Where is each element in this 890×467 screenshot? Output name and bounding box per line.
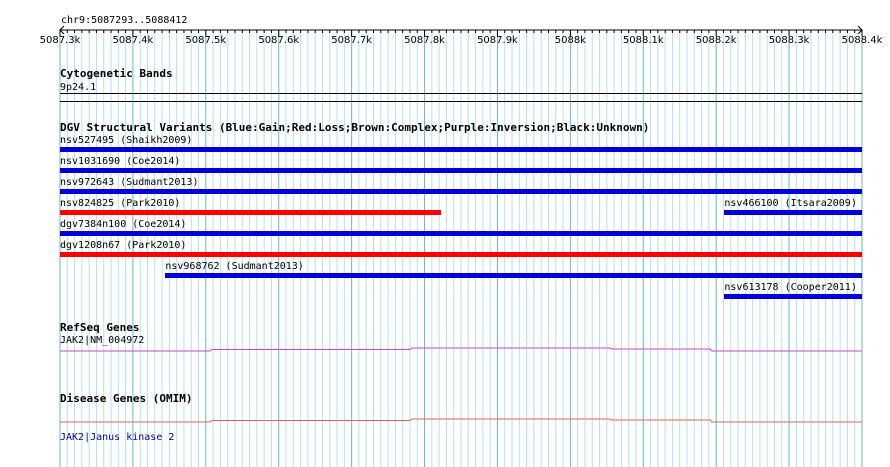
cytoband-label[interactable]: 9p24.1	[60, 82, 96, 93]
dgv-variant-bar[interactable]	[60, 189, 862, 194]
dgv-variant-bar[interactable]	[60, 147, 862, 152]
omim-gene-label[interactable]: JAK2|Janus kinase 2	[60, 432, 174, 443]
dgv-variant-bar[interactable]	[60, 231, 862, 236]
ruler-tick-label: 5087.4k	[112, 35, 154, 46]
dgv-track-title: DGV Structural Variants (Blue:Gain;Red:L…	[60, 121, 650, 134]
genome-browser-view: chr9:5087293..5088412 Cytogenetic Bands …	[0, 0, 890, 467]
refseq-track-title: RefSeq Genes	[60, 321, 140, 334]
ruler-tick-label: 5088.4k	[841, 35, 883, 46]
dgv-variant-bar[interactable]	[724, 294, 862, 299]
ruler-tick-label: 5087.8k	[404, 35, 445, 46]
omim-track-title: Disease Genes (OMIM)	[60, 392, 193, 405]
cytoband-track-title: Cytogenetic Bands	[60, 67, 173, 80]
dgv-variant-label[interactable]: dgv1208n67 (Park2010)	[60, 240, 186, 251]
omim-gene-feature[interactable]	[0, 410, 890, 430]
ruler-tick-label: 5088.2k	[695, 35, 737, 46]
ruler-tick-label: 5088k	[554, 35, 586, 46]
coordinate-ruler[interactable]	[0, 22, 890, 72]
ruler-tick-label: 5087.9k	[477, 35, 518, 46]
refseq-gene-feature[interactable]	[0, 340, 890, 360]
dgv-variant-label[interactable]: nsv972643 (Sudmant2013)	[60, 177, 198, 188]
dgv-variant-label[interactable]: nsv824825 (Park2010)	[60, 198, 180, 209]
dgv-variant-bar[interactable]	[60, 210, 441, 215]
cytoband-line-bottom	[60, 101, 862, 102]
dgv-variant-label[interactable]: nsv527495 (Shaikh2009)	[60, 135, 192, 146]
dgv-variant-label[interactable]: nsv968762 (Sudmant2013)	[165, 261, 303, 272]
dgv-variant-bar[interactable]	[724, 210, 862, 215]
ruler-tick-label: 5088.3k	[768, 35, 810, 46]
ruler-tick-label: 5088.1k	[622, 35, 664, 46]
dgv-variant-label[interactable]: dgv7384n100 (Coe2014)	[60, 219, 186, 230]
dgv-variant-label[interactable]: nsv1031690 (Coe2014)	[60, 156, 180, 167]
dgv-variant-bar[interactable]	[60, 168, 862, 173]
ruler-tick-label: 5087.6k	[258, 35, 300, 46]
dgv-variant-label[interactable]: nsv466100 (Itsara2009)	[724, 198, 856, 209]
ruler-tick-label: 5087.7k	[331, 35, 373, 46]
dgv-variant-label[interactable]: nsv613178 (Cooper2011)	[724, 282, 856, 293]
ruler-tick-label: 5087.5k	[185, 35, 227, 46]
cytoband-line-top	[60, 93, 862, 94]
ruler-tick-label: 5087.3k	[39, 35, 81, 46]
dgv-variant-bar[interactable]	[165, 273, 862, 278]
dgv-variant-bar[interactable]	[60, 252, 862, 257]
